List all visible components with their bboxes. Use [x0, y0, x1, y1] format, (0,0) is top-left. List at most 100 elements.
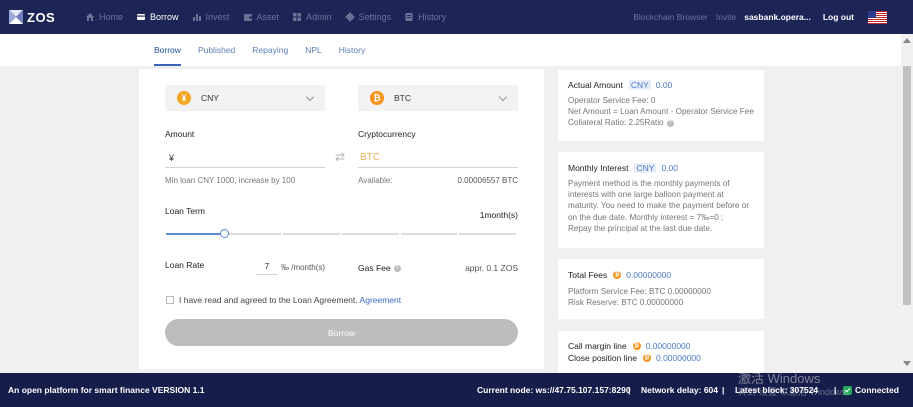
crypto-amount-placeholder: BTC: [360, 152, 380, 163]
nav-settings-label: Settings: [358, 12, 392, 22]
us-flag-icon[interactable]: [868, 10, 887, 24]
scrollbar-thumb[interactable]: [903, 66, 911, 305]
interest-desc-line: maturity. You need to make the payment b…: [568, 201, 749, 211]
close-position-value: 0.00000000: [655, 353, 701, 363]
scroll-up-arrow-icon[interactable]: [903, 38, 911, 43]
connected-label: Connected: [855, 385, 899, 395]
loan-term-slider-handle[interactable]: [220, 229, 230, 238]
chevron-down-icon: [305, 92, 315, 102]
logo[interactable]: ZOS: [9, 10, 79, 25]
current-node: Current node: ws://47.75.107.157:8290: [477, 385, 631, 395]
fiat-currency-value: CNY: [201, 93, 219, 103]
margin-card: Call margin line ₿ 0.00000000 Close posi…: [558, 331, 764, 373]
interest-desc-line: interests with one large balloon payment…: [568, 190, 724, 200]
actual-amount-title: Actual Amount: [568, 80, 623, 90]
tab-npl[interactable]: NPL: [305, 34, 322, 66]
monthly-interest-value: 0.00: [661, 163, 678, 173]
nav-history-label: History: [418, 12, 447, 22]
logo-mark-icon: [9, 10, 23, 24]
network-delay: Network delay: 604: [641, 385, 719, 395]
nav-home[interactable]: Home: [85, 12, 123, 22]
loan-term-label: Loan Term: [165, 206, 206, 216]
btc-coin-icon: ₿: [613, 271, 622, 279]
cryptocurrency-label: Cryptocurrency: [358, 129, 416, 139]
collateral-ratio-text: Collateral Ratio: 2.25Ratio: [568, 118, 664, 128]
call-margin-label: Call margin line: [568, 341, 627, 351]
grid-icon: [293, 13, 302, 21]
fiat-currency-select[interactable]: ¥ CNY: [165, 85, 325, 111]
amount-input[interactable]: ¥: [165, 148, 325, 168]
btc-coin-icon: ₿: [632, 342, 641, 350]
total-fees-value: 0.00000000: [626, 270, 672, 280]
available-label: Available:: [358, 176, 393, 185]
actual-amount-value: 0.00: [655, 80, 673, 90]
interest-desc-line: on the due date. Monthly interest = 7‰=0…: [568, 212, 724, 222]
monthly-interest-card: Monthly Interest CNY 0.00 Payment method…: [558, 152, 764, 248]
nav-invest[interactable]: Invest: [192, 12, 230, 22]
nav-asset-label: Asset: [256, 12, 280, 22]
sub-tabbar: Borrow Published Repaying NPL History: [0, 34, 913, 66]
invite-link[interactable]: Invite: [716, 12, 736, 22]
slider-segment: [224, 233, 282, 235]
footer-separator: |: [722, 385, 725, 395]
top-navbar: ZOS Home Borrow Invest Asset Admin Setti…: [0, 0, 913, 34]
tab-borrow[interactable]: Borrow: [154, 34, 181, 66]
nav-borrow-label: Borrow: [150, 12, 179, 22]
min-loan-hint: Min loan CNY 1000, increase by 100: [165, 176, 296, 185]
close-position-label: Close position line: [568, 353, 637, 363]
borrow-button[interactable]: Borrow: [165, 319, 518, 346]
history-icon: [405, 13, 413, 21]
main-nav: Home Borrow Invest Asset Admin Settings …: [85, 12, 459, 22]
cny-coin-icon: ¥: [177, 91, 191, 105]
interest-desc-line: Repay the principal at the last due date…: [568, 223, 713, 233]
loan-rate-unit: ‰ /month(s): [281, 263, 326, 272]
loan-term-slider-fill: [166, 233, 225, 235]
swap-arrows-icon[interactable]: ⇄: [335, 150, 345, 164]
nav-history[interactable]: History: [404, 12, 446, 22]
windows-activation-watermark-sub: 转到“设置”以激活 Windows。: [738, 387, 856, 397]
info-icon[interactable]: ?: [393, 265, 401, 273]
platform-version: An open platform for smart finance VERSI…: [8, 385, 205, 395]
call-margin-value: 0.00000000: [645, 341, 691, 351]
agreement-text: I have read and agreed to the Loan Agree…: [179, 295, 401, 305]
agreement-label: I have read and agreed to the Loan Agree…: [179, 295, 358, 305]
loan-rate-label: Loan Rate: [165, 260, 205, 270]
nav-admin[interactable]: Admin: [292, 12, 332, 22]
collateral-ratio-line: Collateral Ratio: 2.25Ratio?: [568, 117, 754, 128]
actual-amount-unit: CNY: [628, 80, 651, 90]
risk-reserve-line: Risk Reserve: BTC 0.00000000: [568, 298, 684, 308]
logout-button[interactable]: Log out: [823, 12, 854, 22]
scroll-down-arrow-icon[interactable]: [903, 361, 911, 366]
nav-borrow[interactable]: Borrow: [136, 12, 179, 22]
tab-history[interactable]: History: [339, 34, 365, 66]
agreement-checkbox[interactable]: [166, 296, 174, 304]
nav-settings[interactable]: Settings: [344, 12, 392, 22]
nav-asset[interactable]: Asset: [243, 12, 280, 22]
monthly-interest-unit: CNY: [634, 163, 657, 173]
tab-repaying[interactable]: Repaying: [252, 34, 288, 66]
close-position-row: Close position line ₿ 0.00000000: [568, 353, 754, 363]
borrow-icon: [137, 14, 146, 20]
btc-coin-icon: ₿: [370, 91, 384, 105]
chevron-down-icon: [498, 92, 508, 102]
net-amount-line: Net Amount = Loan Amount - Operator Serv…: [568, 107, 754, 117]
tab-published[interactable]: Published: [198, 34, 235, 66]
call-margin-row: Call margin line ₿ 0.00000000: [568, 341, 754, 351]
crypto-amount-input[interactable]: BTC: [358, 148, 518, 168]
slider-segment: [459, 233, 517, 235]
actual-amount-card: Actual Amount CNY 0.00 Operator Service …: [558, 70, 764, 141]
chart-icon: [192, 14, 201, 21]
footer-separator: |: [628, 385, 631, 395]
blockchain-browser-link[interactable]: Blockchain Browser: [633, 12, 708, 22]
nav-invest-label: Invest: [205, 12, 230, 22]
agreement-link[interactable]: Agreement: [360, 295, 402, 305]
username[interactable]: sasbank.opera...: [744, 12, 811, 22]
crypto-currency-select[interactable]: ₿ BTC: [358, 85, 518, 111]
loan-rate-input[interactable]: 7: [256, 257, 278, 275]
info-icon[interactable]: ?: [666, 119, 674, 127]
monthly-interest-title: Monthly Interest: [568, 163, 629, 173]
actual-amount-header: Actual Amount CNY 0.00: [568, 80, 754, 90]
total-fees-title: Total Fees: [568, 270, 608, 280]
crypto-currency-value: BTC: [394, 93, 411, 103]
total-fees-header: Total Fees ₿ 0.00000000: [568, 270, 754, 280]
